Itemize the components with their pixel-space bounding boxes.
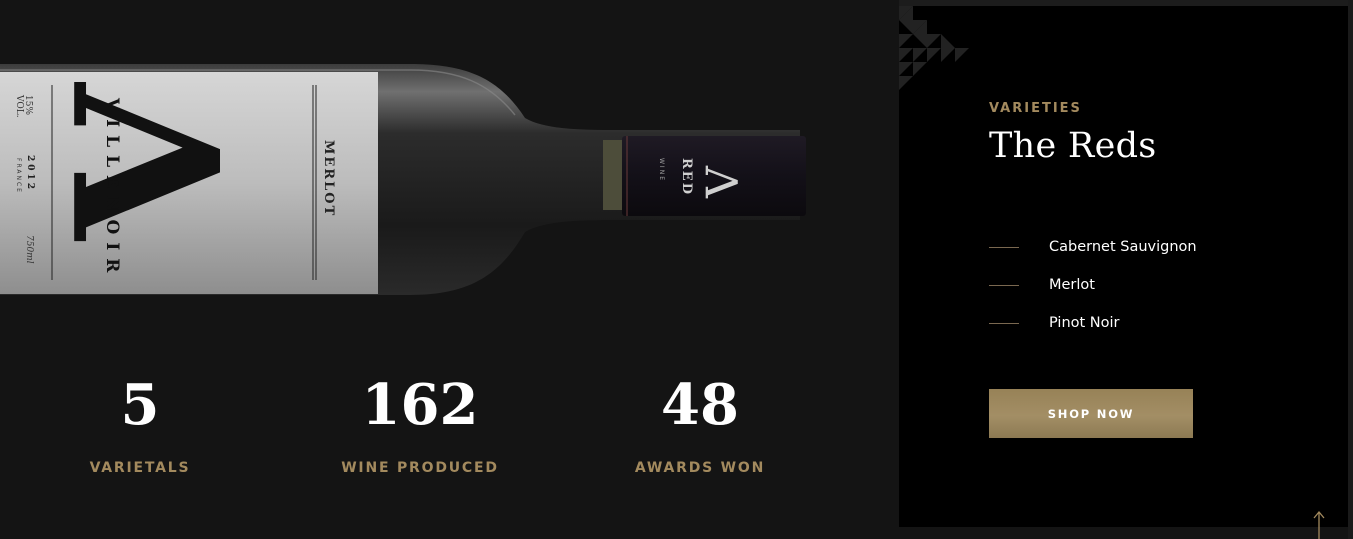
varieties-list: Cabernet Sauvignon Merlot Pinot Noir <box>989 228 1197 342</box>
hero-section: V VILLENOIR MERLOT 2012 FRANCE 15% VOL. … <box>0 0 899 539</box>
shop-now-button[interactable]: SHOP NOW <box>989 389 1193 438</box>
cap-sub: WINE <box>658 158 665 182</box>
stat-value: 48 <box>661 372 739 438</box>
wine-bottle-image: V VILLENOIR MERLOT 2012 FRANCE 15% VOL. … <box>0 64 806 295</box>
label-vol: VOL. <box>14 94 24 118</box>
varieties-panel: VARIETIES The Reds Cabernet Sauvignon Me… <box>899 6 1348 527</box>
label-year: 2012 <box>25 155 35 192</box>
label-brand: VILLENOIR <box>102 97 122 280</box>
label-variety: MERLOT <box>321 140 336 217</box>
variety-item-cabernet-sauvignon[interactable]: Cabernet Sauvignon <box>989 228 1197 266</box>
variety-label: Cabernet Sauvignon <box>1049 239 1197 255</box>
stat-varietals: 5 VARIETALS <box>40 370 240 476</box>
variety-item-merlot[interactable]: Merlot <box>989 266 1197 304</box>
page-edge <box>1348 0 1353 539</box>
stat-awards-won: 48 AWARDS WON <box>600 370 800 476</box>
dash-divider <box>989 322 1019 324</box>
cap-text: RED <box>679 158 694 196</box>
stat-label: VARIETALS <box>89 460 191 476</box>
dash-divider <box>989 246 1019 248</box>
stat-label: WINE PRODUCED <box>341 460 499 476</box>
stat-value: 5 <box>120 372 160 438</box>
arrow-up-icon[interactable] <box>1311 509 1327 539</box>
stat-wine-produced: 162 WINE PRODUCED <box>320 370 520 476</box>
triangle-pattern-icon <box>899 6 969 90</box>
section-title: The Reds <box>989 126 1157 166</box>
variety-label: Pinot Noir <box>1049 315 1120 331</box>
label-monogram: V <box>33 81 268 242</box>
cap-monogram: V <box>698 165 749 199</box>
variety-item-pinot-noir[interactable]: Pinot Noir <box>989 304 1197 342</box>
stats-row: 5 VARIETALS 162 WINE PRODUCED 48 AWARDS … <box>0 370 899 490</box>
stat-label: AWARDS WON <box>634 460 766 476</box>
label-size: 750ml <box>24 235 34 264</box>
dash-divider <box>989 284 1019 286</box>
variety-label: Merlot <box>1049 277 1095 293</box>
stat-value: 162 <box>361 372 479 438</box>
label-country: FRANCE <box>15 158 22 194</box>
section-eyebrow: VARIETIES <box>989 101 1082 116</box>
